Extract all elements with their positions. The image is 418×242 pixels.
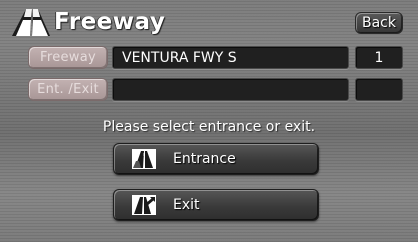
selection-prompt: Please select entrance or exit. [102,119,316,135]
entrance-exit-name-field [112,78,349,101]
back-button[interactable]: Back [355,12,403,34]
freeway-exit-icon [132,195,156,215]
freeway-screen: Freeway Back Freeway VENTURA FWY S 1 Ent… [0,0,418,242]
freeway-name-field: VENTURA FWY S [112,46,349,69]
entrance-label: Entrance [173,151,236,167]
freeway-entrance-icon [132,149,156,169]
freeway-number-field: 1 [355,46,403,69]
entrance-button[interactable]: Entrance [113,143,319,175]
freeway-button[interactable]: Freeway [28,46,108,69]
exit-button[interactable]: Exit [113,189,319,221]
entrance-exit-button[interactable]: Ent. /Exit [28,78,108,101]
exit-label: Exit [173,197,200,213]
page-title: Freeway [54,9,166,35]
entrance-exit-number-field [355,78,403,101]
title-row: Freeway [10,6,165,38]
road-icon [12,9,50,36]
